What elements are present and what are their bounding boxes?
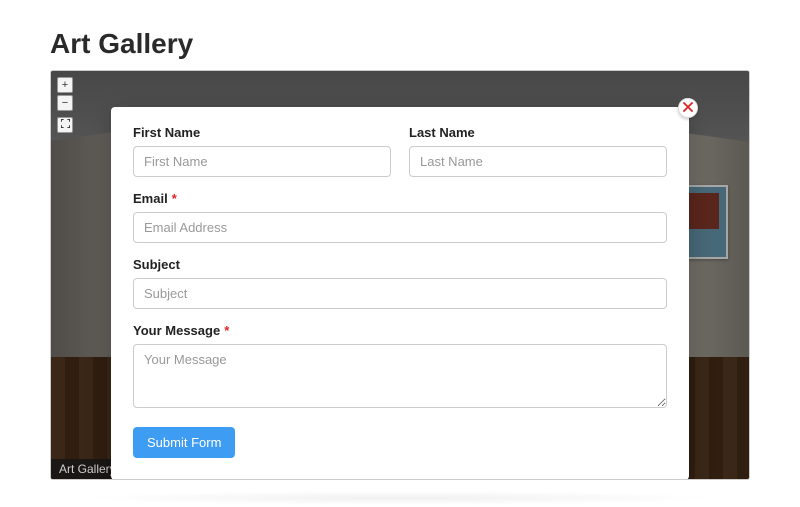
required-marker: * [224, 323, 229, 338]
message-textarea[interactable] [133, 344, 667, 408]
first-name-label: First Name [133, 125, 391, 140]
submit-button[interactable]: Submit Form [133, 427, 235, 458]
page-shadow [80, 491, 720, 505]
first-name-field-group: First Name [133, 125, 391, 177]
minus-icon: − [62, 97, 68, 110]
page-title: Art Gallery [50, 28, 750, 60]
fullscreen-icon [61, 119, 70, 132]
last-name-field-group: Last Name [409, 125, 667, 177]
email-label-text: Email [133, 191, 168, 206]
plus-icon: + [62, 79, 68, 92]
last-name-input[interactable] [409, 146, 667, 177]
contact-modal: First Name Last Name Email * Subject [111, 107, 689, 480]
required-marker: * [172, 191, 177, 206]
message-label-text: Your Message [133, 323, 220, 338]
subject-field-group: Subject [133, 257, 667, 309]
zoom-out-button[interactable]: − [57, 95, 73, 111]
subject-input[interactable] [133, 278, 667, 309]
fullscreen-button[interactable] [57, 117, 73, 133]
message-field-group: Your Message * [133, 323, 667, 413]
close-icon [683, 99, 693, 117]
last-name-label: Last Name [409, 125, 667, 140]
viewer-zoom-controls: + − [57, 77, 73, 133]
subject-label: Subject [133, 257, 667, 272]
email-field-group: Email * [133, 191, 667, 243]
message-label: Your Message * [133, 323, 667, 338]
close-button[interactable] [678, 98, 698, 118]
first-name-input[interactable] [133, 146, 391, 177]
zoom-in-button[interactable]: + [57, 77, 73, 93]
email-input[interactable] [133, 212, 667, 243]
panorama-viewer[interactable]: + − Art Gallery First Name [50, 70, 750, 480]
email-label: Email * [133, 191, 667, 206]
